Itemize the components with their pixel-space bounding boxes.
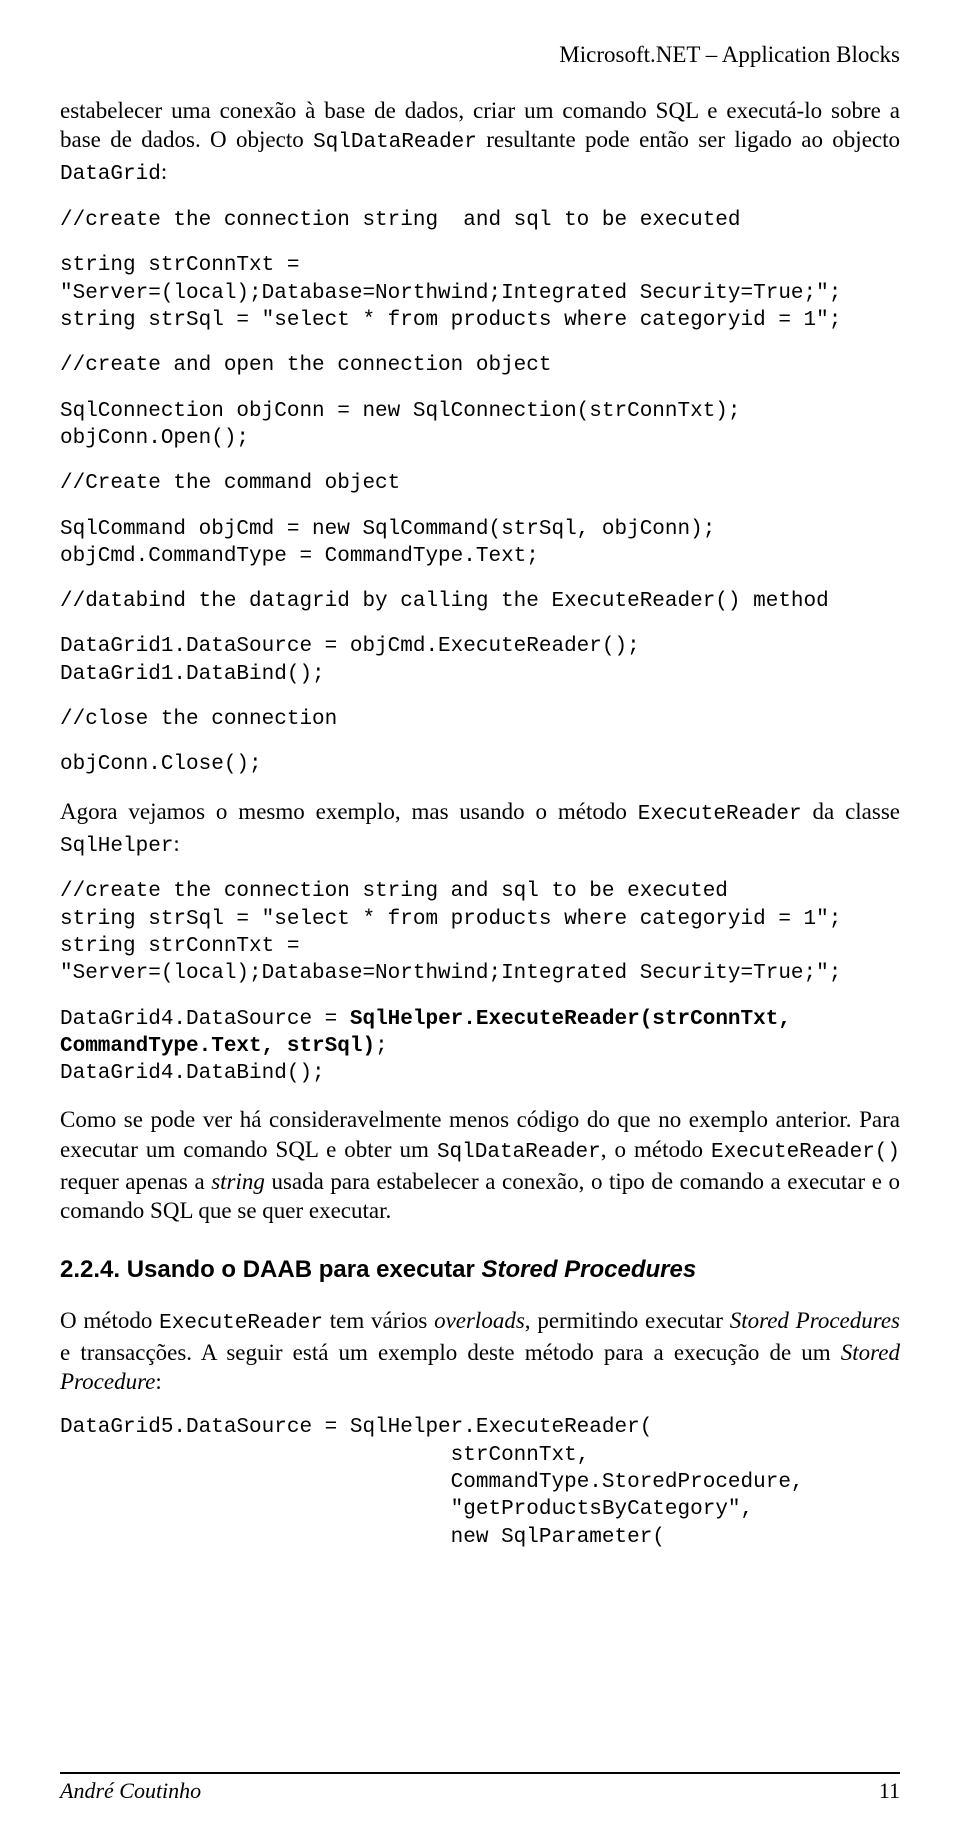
heading-text: 2.2.4. Usando o DAAB para executar <box>60 1256 481 1283</box>
para4-text-c: , permitindo executar <box>525 1308 730 1333</box>
para4-em-overloads: overloads <box>434 1308 525 1333</box>
code-2b-pre: DataGrid4.DataSource = <box>60 1008 350 1031</box>
paragraph-4: O método ExecuteReader tem vários overlo… <box>60 1306 900 1397</box>
para3-text-c: requer apenas a <box>60 1169 211 1194</box>
code-block-2a: //create the connection string and sql t… <box>60 878 900 987</box>
para4-text-e: : <box>155 1369 161 1394</box>
inline-code-sqlhelper: SqlHelper <box>60 835 173 858</box>
para1-text-c: : <box>161 159 167 184</box>
page-footer: André Coutinho 11 <box>60 1772 900 1804</box>
section-heading: 2.2.4. Usando o DAAB para executar Store… <box>60 1256 900 1284</box>
para1-text-b: resultante pode então ser ligado ao obje… <box>477 127 900 152</box>
code-block-2b: DataGrid4.DataSource = SqlHelper.Execute… <box>60 1006 900 1088</box>
code-block-databind: DataGrid1.DataSource = objCmd.ExecuteRea… <box>60 633 900 688</box>
heading-em: Stored Procedures <box>481 1256 696 1283</box>
paragraph-3: Como se pode ver há consideravelmente me… <box>60 1105 900 1225</box>
code-block-command: SqlCommand objCmd = new SqlCommand(strSq… <box>60 516 900 571</box>
para3-em-string: string <box>211 1169 265 1194</box>
inline-code-executereader-3: ExecuteReader <box>159 1312 323 1335</box>
code-comment-3: //Create the command object <box>60 470 900 497</box>
code-comment-2: //create and open the connection object <box>60 352 900 379</box>
inline-code-executereader: ExecuteReader <box>638 803 802 826</box>
para4-text-b: tem vários <box>323 1308 434 1333</box>
header-text: Microsoft.NET – Application Blocks <box>559 42 900 67</box>
inline-code-sqldatareader: SqlDataReader <box>313 131 477 154</box>
code-block-3: DataGrid5.DataSource = SqlHelper.Execute… <box>60 1414 900 1550</box>
code-comment-4: //databind the datagrid by calling the E… <box>60 588 900 615</box>
page-header: Microsoft.NET – Application Blocks <box>60 42 900 68</box>
para2-text-b: da classe <box>802 799 900 824</box>
inline-code-sqldatareader-2: SqlDataReader <box>437 1141 601 1164</box>
inline-code-datagrid: DataGrid <box>60 163 161 186</box>
code-comment-1: //create the connection string and sql t… <box>60 207 900 234</box>
para4-text-d: e transacções. A seguir está um exemplo … <box>60 1340 841 1365</box>
para2-text-c: : <box>173 831 179 856</box>
code-block-conn-string: string strConnTxt = "Server=(local);Data… <box>60 252 900 334</box>
code-block-close: objConn.Close(); <box>60 751 900 778</box>
code-block-conn-open: SqlConnection objConn = new SqlConnectio… <box>60 398 900 453</box>
para4-text-a: O método <box>60 1308 159 1333</box>
footer-author: André Coutinho <box>60 1778 201 1804</box>
para2-text-a: Agora vejamos o mesmo exemplo, mas usand… <box>60 799 638 824</box>
para3-text-b: , o método <box>601 1137 711 1162</box>
code-comment-5: //close the connection <box>60 706 900 733</box>
para4-em-stored-procedures: Stored Procedures <box>730 1308 900 1333</box>
footer-page-number: 11 <box>879 1778 900 1804</box>
paragraph-2: Agora vejamos o mesmo exemplo, mas usand… <box>60 797 900 861</box>
paragraph-1: estabelecer uma conexão à base de dados,… <box>60 96 900 189</box>
inline-code-executereader-2: ExecuteReader() <box>711 1141 900 1164</box>
